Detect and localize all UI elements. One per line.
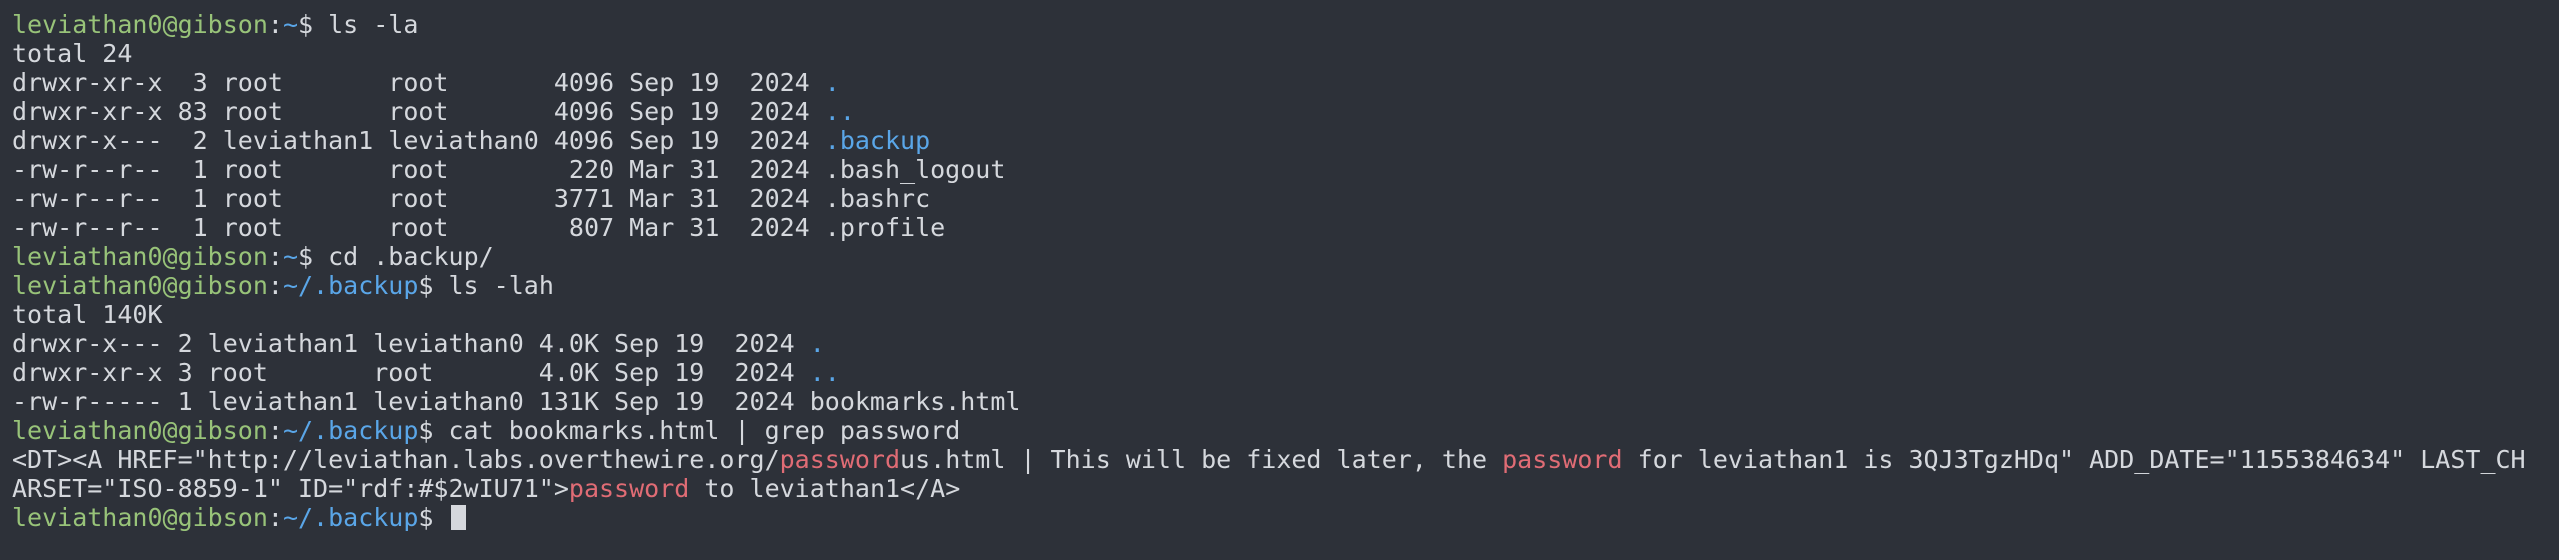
- terminal-line: ARSET="ISO-8859-1" ID="rdf:#$2wIU71">pas…: [12, 474, 2559, 503]
- terminal-text-plain: $ ls -la: [298, 10, 419, 39]
- terminal-text-plain: :: [267, 416, 283, 445]
- terminal-line: <DT><A HREF="http://leviathan.labs.overt…: [12, 445, 2559, 474]
- terminal-text-plain: -rw-r--r-- 1 root root 220 Mar 31 2024 .…: [12, 155, 1006, 184]
- terminal-window[interactable]: leviathan0@gibson:~$ ls -la total 24 drwxr…: [0, 0, 2559, 560]
- terminal-text-match: password: [568, 474, 690, 503]
- terminal-text-user: leviathan0@gibson: [12, 271, 268, 300]
- terminal-text-plain: <DT><A HREF="http://leviathan.labs.overt…: [12, 445, 780, 474]
- terminal-text-plain: drwxr-x--- 2 leviathan1 leviathan0 4096 …: [12, 126, 825, 155]
- terminal-text-plain: -rw-r--r-- 1 root root 3771 Mar 31 2024 …: [12, 184, 931, 213]
- terminal-text-dir: ..: [824, 97, 855, 126]
- terminal-line: drwxr-xr-x 3 root root 4.0K Sep 19 2024 …: [12, 358, 2559, 387]
- terminal-line: -rw-r--r-- 1 root root 3771 Mar 31 2024 …: [12, 184, 2559, 213]
- terminal-line: drwxr-xr-x 83 root root 4096 Sep 19 2024…: [12, 97, 2559, 126]
- terminal-text-user: leviathan0@gibson: [12, 416, 268, 445]
- terminal-text-plain: drwxr-xr-x 83 root root 4096 Sep 19 2024: [12, 97, 825, 126]
- terminal-text-dir: .: [824, 68, 840, 97]
- terminal-text-plain: $ ls -lah: [418, 271, 554, 300]
- terminal-line: drwxr-xr-x 3 root root 4096 Sep 19 2024 …: [12, 68, 2559, 97]
- terminal-text-plain: $ cat bookmarks.html | grep password: [418, 416, 961, 445]
- terminal-text-path: ~: [282, 242, 298, 271]
- terminal-text-path: ~/.backup: [282, 503, 419, 532]
- terminal-line: drwxr-x--- 2 leviathan1 leviathan0 4.0K …: [12, 329, 2559, 358]
- terminal-text-plain: :: [267, 242, 283, 271]
- terminal-text-user: leviathan0@gibson: [12, 10, 268, 39]
- terminal-text-plain: ARSET="ISO-8859-1" ID="rdf:#$2wIU71">: [12, 474, 569, 503]
- terminal-text-plain: drwxr-x--- 2 leviathan1 leviathan0 4.0K …: [12, 329, 810, 358]
- terminal-text-path: ~/.backup: [282, 271, 419, 300]
- terminal-text-plain: :: [267, 503, 283, 532]
- terminal-text-plain: $: [418, 503, 449, 532]
- terminal-text-dir: .: [809, 329, 825, 358]
- terminal-line: leviathan0@gibson:~$ cd .backup/: [12, 242, 2559, 271]
- terminal-text-plain: :: [267, 271, 283, 300]
- terminal-line: leviathan0@gibson:~/.backup$ cat bookmar…: [12, 416, 2559, 445]
- terminal-line: total 24: [12, 39, 2559, 68]
- terminal-text-plain: for leviathan1 is 3QJ3TgzHDq" ADD_DATE="…: [1622, 445, 2526, 474]
- terminal-text-plain: drwxr-xr-x 3 root root 4096 Sep 19 2024: [12, 68, 825, 97]
- terminal-line: leviathan0@gibson:~/.backup$: [12, 503, 2559, 532]
- terminal-text-plain: -rw-r--r-- 1 root root 807 Mar 31 2024 .…: [12, 213, 946, 242]
- terminal-line: -rw-r--r-- 1 root root 220 Mar 31 2024 .…: [12, 155, 2559, 184]
- terminal-text-path: ~: [282, 10, 298, 39]
- terminal-line: leviathan0@gibson:~/.backup$ ls -lah: [12, 271, 2559, 300]
- terminal-text-dir: .backup: [824, 126, 931, 155]
- terminal-text-match: password: [779, 445, 901, 474]
- terminal-text-plain: us.html | This will be fixed later, the: [900, 445, 1503, 474]
- terminal-text-plain: :: [267, 10, 283, 39]
- terminal-text-user: leviathan0@gibson: [12, 242, 268, 271]
- terminal-text-match: password: [1502, 445, 1623, 474]
- terminal-text-plain: total 140K: [12, 300, 163, 329]
- terminal-line: drwxr-x--- 2 leviathan1 leviathan0 4096 …: [12, 126, 2559, 155]
- terminal-line: leviathan0@gibson:~$ ls -la: [12, 10, 2559, 39]
- terminal-line: -rw-r----- 1 leviathan1 leviathan0 131K …: [12, 387, 2559, 416]
- terminal-text-dir: ..: [809, 358, 840, 387]
- terminal-text-user: leviathan0@gibson: [12, 503, 268, 532]
- terminal-text-plain: $ cd .backup/: [298, 242, 494, 271]
- terminal-text-plain: -rw-r----- 1 leviathan1 leviathan0 131K …: [12, 387, 1021, 416]
- terminal-line: total 140K: [12, 300, 2559, 329]
- terminal-line: -rw-r--r-- 1 root root 807 Mar 31 2024 .…: [12, 213, 2559, 242]
- terminal-text-plain: to leviathan1</A>: [689, 474, 961, 503]
- terminal-text-plain: total 24: [12, 39, 133, 68]
- terminal-text-path: ~/.backup: [282, 416, 419, 445]
- text-cursor: [450, 505, 466, 530]
- terminal-text-plain: drwxr-xr-x 3 root root 4.0K Sep 19 2024: [12, 358, 810, 387]
